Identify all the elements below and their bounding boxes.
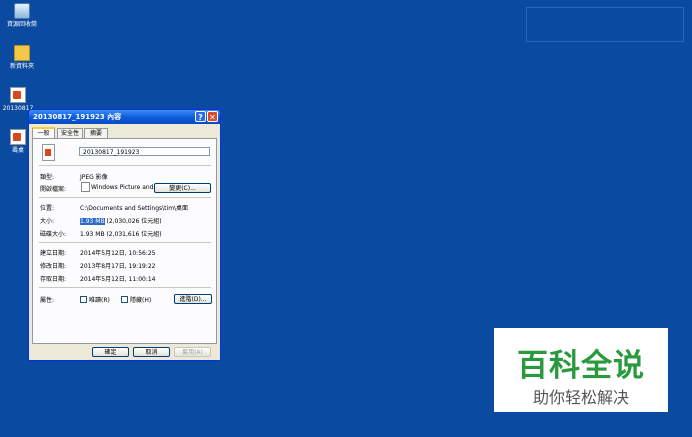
- readonly-checkbox[interactable]: [80, 296, 87, 303]
- jpeg-file-icon: [42, 144, 55, 161]
- size-on-disk-label: 磁碟大小:: [40, 231, 67, 238]
- watermark-subtitle: 助你轻松解决: [532, 388, 629, 407]
- general-tab-panel: 20130817_191923 類型: JPEG 影像 開啟檔案: Window…: [32, 138, 217, 344]
- created-label: 建立日期:: [40, 250, 67, 257]
- apply-button[interactable]: 套用(A): [174, 347, 211, 357]
- desktop-icon-label: 新資料夾: [9, 63, 34, 70]
- size-label: 大小:: [40, 218, 55, 225]
- size-on-disk-value: 1.93 MB (2,031,616 位元組): [80, 231, 162, 238]
- type-value: JPEG 影像: [80, 174, 108, 181]
- watermark-logo: 百科全说 助你轻松解决: [494, 328, 668, 412]
- jpeg-file-icon: [10, 129, 26, 145]
- accessed-label: 存取日期:: [40, 276, 67, 283]
- desktop-icon-label: 資源回收筒: [6, 21, 37, 28]
- opens-with-value: Windows Picture and Fa: [91, 184, 163, 191]
- created-value: 2014年5月12日, 10:56:25: [80, 250, 156, 257]
- tab-security[interactable]: 安全性: [57, 128, 83, 138]
- size-value: 1.93 MB (2,030,026 位元組): [80, 216, 162, 225]
- modified-value: 2013年8月17日, 19:19:22: [80, 263, 156, 270]
- watermark-title: 百科全说: [517, 348, 645, 384]
- recycle-bin-icon: [14, 3, 30, 19]
- hidden-checkbox[interactable]: [121, 296, 128, 303]
- divider: [39, 242, 211, 243]
- change-button[interactable]: 變更(C)...: [154, 183, 211, 193]
- help-button[interactable]: ?: [195, 111, 206, 122]
- opens-with-label: 開啟檔案:: [40, 186, 67, 193]
- size-bytes: (2,030,026 位元組): [106, 218, 162, 225]
- close-button[interactable]: ✕: [207, 111, 218, 122]
- location-value: C:\Documents and Settings\tim\桌面: [80, 205, 189, 212]
- desktop-icon-new-folder[interactable]: 新資料夾: [0, 45, 44, 71]
- desktop-icon-label: 壽桌: [11, 147, 24, 154]
- modified-label: 修改日期:: [40, 263, 67, 270]
- type-label: 類型:: [40, 174, 55, 181]
- divider: [39, 287, 211, 288]
- advanced-button[interactable]: 進階(D)...: [174, 294, 212, 304]
- location-label: 位置:: [40, 205, 55, 212]
- divider: [39, 165, 211, 166]
- folder-icon: [14, 45, 30, 61]
- readonly-label: 唯讀(R): [89, 297, 110, 304]
- size-value-selected: 1.93 MB: [80, 218, 105, 225]
- desktop-icon-recycle-bin[interactable]: 資源回收筒: [0, 3, 44, 29]
- selection-rectangle: [526, 7, 684, 42]
- jpeg-file-icon: [10, 87, 26, 103]
- dialog-titlebar[interactable]: 20130817_191923 內容 ? ✕: [29, 110, 220, 124]
- properties-dialog: 20130817_191923 內容 ? ✕ 一般 安全性 摘要 2013081…: [28, 109, 221, 361]
- hidden-label: 隱藏(H): [130, 297, 152, 304]
- accessed-value: 2014年5月12日, 11:00:14: [80, 276, 156, 283]
- ok-button[interactable]: 確定: [92, 347, 129, 357]
- filename-field[interactable]: 20130817_191923: [79, 147, 210, 156]
- attributes-label: 屬性:: [40, 297, 55, 304]
- picture-viewer-icon: [81, 182, 90, 192]
- dialog-title: 20130817_191923 內容: [33, 113, 122, 121]
- cancel-button[interactable]: 取消: [133, 347, 170, 357]
- tab-general[interactable]: 一般: [32, 127, 55, 138]
- divider: [39, 197, 211, 198]
- tab-summary[interactable]: 摘要: [84, 128, 108, 138]
